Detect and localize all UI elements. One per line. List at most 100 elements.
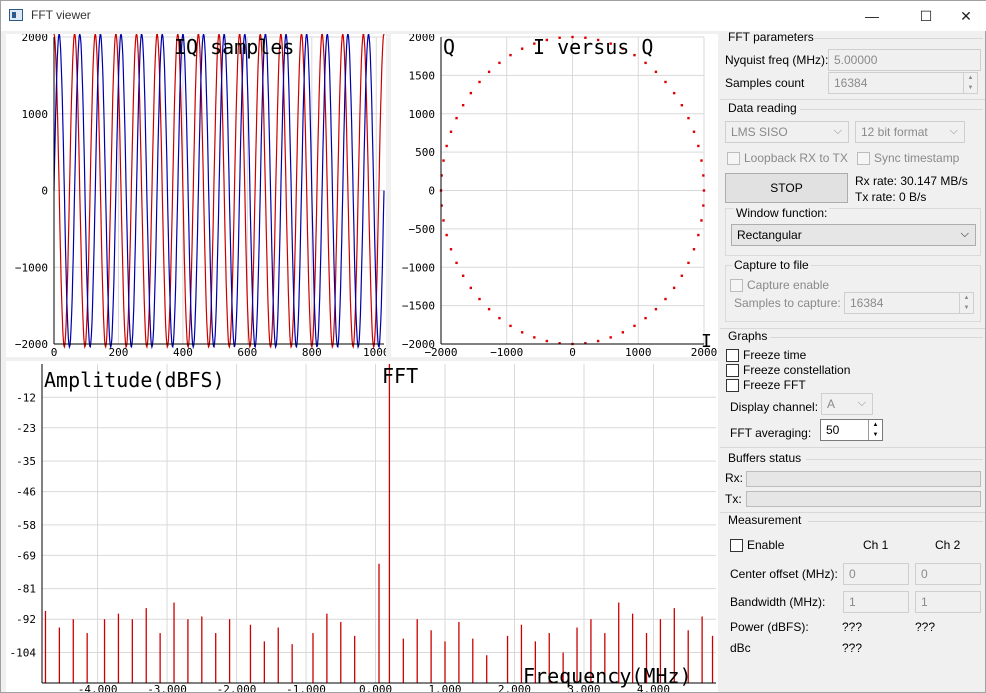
constellation-point [680, 274, 684, 277]
fft-y-tick-label: -46 [16, 486, 36, 499]
const-y-tick-label: 1500 [409, 69, 436, 82]
fft-x-tick-label: 1.000 [428, 683, 461, 692]
constellation-point [455, 261, 458, 265]
const-y-tick-label: 2000 [409, 34, 436, 44]
constellation-point [533, 336, 536, 339]
fft-x-tick-label: -2.000 [217, 683, 257, 692]
sample-format-select[interactable]: 12 bit format ⌵ [855, 121, 965, 143]
fft-averaging-field[interactable]: 50 ▲ ▼ [820, 419, 883, 441]
bandwidth-label: Bandwidth (MHz): [730, 595, 826, 609]
center-offset-label: Center offset (MHz): [730, 567, 838, 581]
checkbox-icon [727, 151, 740, 165]
iq-y-tick-label: −1000 [15, 261, 48, 274]
const-y-tick-label: 500 [415, 146, 435, 159]
iq-plot-title: IQ samples [174, 35, 294, 59]
constellation-point [644, 61, 647, 65]
loopback-checkbox[interactable]: Loopback RX to TX [727, 151, 848, 165]
sync-timestamp-checkbox[interactable]: Sync timestamp [857, 151, 959, 165]
fft-y-tick-label: -92 [16, 613, 36, 626]
dbc-ch1-value: ??? [842, 641, 863, 655]
const-x-tick-label: 1000 [625, 346, 652, 357]
rx-rate-readout: Rx rate: 30.147 MB/s [855, 174, 968, 188]
display-channel-select[interactable]: A ⌵ [821, 393, 873, 415]
constellation-point [445, 233, 448, 237]
freeze-fft-checkbox[interactable]: Freeze FFT [726, 378, 806, 392]
fft-plot[interactable]: -12 -23 -35 -46 -58 -69 -81 -92 -104 -4.000 -3.000… [6, 361, 718, 692]
const-x-tick-label: −1000 [490, 346, 523, 357]
chevron-down-icon: ⌵ [833, 125, 842, 137]
data-reading-title: Data reading [728, 101, 797, 115]
capture-enable-checkbox[interactable]: Capture enable [730, 278, 829, 292]
bandwidth-ch1-field[interactable]: 1 [843, 591, 909, 613]
samples-to-capture-spinner[interactable]: ▲ ▼ [959, 293, 973, 313]
constellation-point [442, 219, 445, 222]
section-divider [720, 99, 985, 100]
bandwidth-ch2-field[interactable]: 1 [915, 591, 981, 613]
fft-xlabel: Frequency(MHz) [523, 664, 692, 688]
window-function-select[interactable]: Rectangular ⌵ [731, 224, 976, 246]
fft-plot-title: FFT [382, 364, 418, 388]
iq-y-tick-label: 0 [41, 185, 48, 198]
fft-ylabel: Amplitude(dBFS) [44, 368, 225, 392]
center-offset-ch2-field[interactable]: 0 [915, 563, 981, 585]
nyquist-field[interactable]: 5.00000 [828, 49, 981, 71]
constellation-point [461, 274, 465, 277]
window-title: FFT viewer [31, 8, 91, 22]
constellation-point [687, 116, 690, 120]
iq-y-tick-label: 2000 [22, 34, 49, 44]
app-icon [9, 9, 23, 21]
graphs-divider [770, 337, 983, 338]
rx-buffer-bar [746, 471, 981, 487]
constellation-point [692, 248, 696, 251]
close-button[interactable]: ✕ [943, 1, 986, 31]
chevron-down-icon: ⌵ [960, 228, 969, 240]
constellation-point [672, 91, 676, 95]
measurement-enable-checkbox[interactable]: Enable [730, 538, 784, 552]
freeze-time-checkbox[interactable]: Freeze time [726, 348, 806, 362]
freeze-constellation-checkbox[interactable]: Freeze constellation [726, 363, 850, 377]
buffers-status-title: Buffers status [728, 451, 802, 465]
constellation-point [487, 307, 491, 311]
samples-count-spinner[interactable]: ▲ ▼ [963, 73, 977, 93]
constellation-plot[interactable]: 2000 1500 1000 500 0 −500 −1000 −1500 −2000 −2000… [391, 34, 718, 357]
constellation-point [469, 286, 473, 290]
const-y-tick-label: −500 [409, 223, 436, 236]
freeze-constellation-label: Freeze constellation [743, 363, 851, 377]
center-offset-ch1-field[interactable]: 0 [843, 563, 909, 585]
stop-button[interactable]: STOP [725, 173, 848, 203]
capture-enable-label: Capture enable [747, 278, 830, 292]
samples-count-value: 16384 [834, 76, 868, 90]
measurement-title: Measurement [728, 513, 802, 527]
tx-buffer-bar [746, 491, 981, 507]
const-y-tick-label: −1500 [402, 300, 435, 313]
constellation-point [680, 104, 684, 107]
iq-x-tick-label: 1000 [363, 346, 386, 357]
power-label: Power (dBFS): [730, 620, 809, 634]
const-y-tick-label: 1000 [409, 108, 436, 121]
minimize-button[interactable]: — [849, 1, 895, 31]
device-mode-select[interactable]: LMS SISO ⌵ [725, 121, 849, 143]
constellation-point [621, 331, 625, 334]
checkbox-icon [726, 348, 739, 362]
nyquist-label: Nyquist freq (MHz): [725, 53, 829, 67]
constellation-point [664, 80, 667, 84]
constellation-i-label: I [701, 331, 712, 352]
samples-count-field[interactable]: 16384 ▲ ▼ [828, 72, 978, 94]
fft-averaging-value: 50 [826, 423, 840, 437]
iq-x-tick-label: 800 [302, 346, 322, 357]
constellation-point [455, 116, 458, 120]
const-y-tick-label: 0 [428, 185, 435, 198]
fft-x-tick-label: -1.000 [286, 683, 326, 692]
constellation-point [609, 336, 612, 339]
main-window: FFT viewer — ☐ ✕ 2000 1000 0 −1000 −2000 0 200… [0, 0, 986, 693]
constellation-point [702, 189, 706, 192]
fft-averaging-spinner[interactable]: ▲ ▼ [868, 420, 882, 440]
const-x-tick-label: −2000 [424, 346, 457, 357]
fft-y-tick-label: -12 [16, 391, 36, 404]
samples-to-capture-field[interactable]: 16384 ▲ ▼ [844, 292, 974, 314]
constellation-point [644, 316, 647, 320]
measurement-enable-label: Enable [747, 538, 785, 552]
iq-samples-plot[interactable]: 200010000−1000−200002004006008001000 IQ … [6, 34, 386, 357]
iq-x-tick-label: 0 [51, 346, 58, 357]
constellation-point [702, 204, 705, 207]
